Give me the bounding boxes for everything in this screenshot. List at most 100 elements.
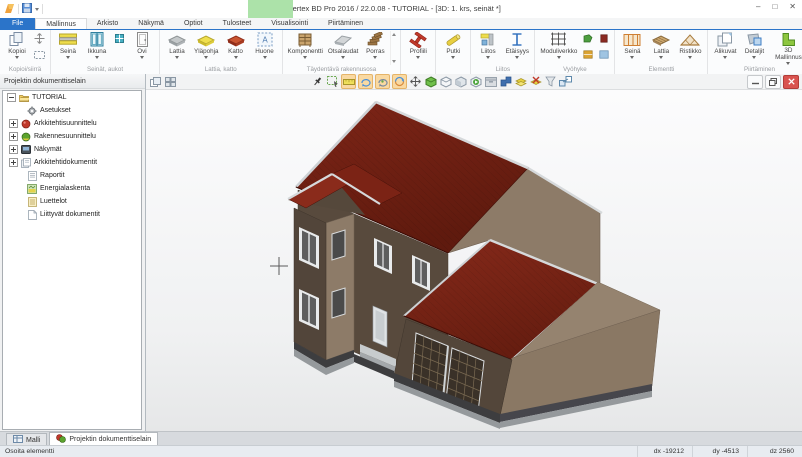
- tab-visualisointi[interactable]: Visualisointi: [261, 18, 318, 29]
- ribbon: Kopioi Kopioi/siirrä Seinä: [0, 29, 802, 77]
- qat-dropdown-icon[interactable]: [35, 8, 39, 11]
- minimize-button[interactable]: –: [756, 2, 760, 12]
- expand-icon[interactable]: [9, 158, 18, 167]
- ceiling-slab-icon: [196, 31, 216, 48]
- ribbon-group-elementti: Seinä Lattia Ristikko Elementti: [615, 30, 708, 75]
- expand-icon[interactable]: [9, 119, 18, 128]
- zone-yellow-icon[interactable]: [581, 48, 594, 61]
- tab-file[interactable]: File: [0, 18, 35, 29]
- expand-icon[interactable]: [9, 145, 18, 154]
- tree-item-asetukset[interactable]: Asetukset: [3, 104, 141, 117]
- lattia-button[interactable]: Lattia: [163, 31, 191, 59]
- open-folder-icon: [19, 93, 29, 103]
- tab-optiot[interactable]: Optiot: [174, 18, 213, 29]
- zone-red-icon[interactable]: [597, 32, 610, 45]
- tree-item-nakymat[interactable]: Näkymät: [3, 143, 141, 156]
- putki-button[interactable]: Putki: [439, 31, 467, 59]
- tile-windows-icon[interactable]: [164, 75, 177, 88]
- kopioi-button[interactable]: Kopioi: [3, 31, 31, 59]
- 3d-mallinnus-button[interactable]: 3D Mallinnus: [769, 31, 802, 65]
- solid-cube-icon[interactable]: [454, 75, 467, 88]
- zone-green-icon[interactable]: [581, 32, 594, 45]
- link-view-icon[interactable]: [559, 75, 572, 88]
- collapse-icon[interactable]: [7, 93, 16, 102]
- maximize-button[interactable]: □: [772, 2, 777, 12]
- moduliverkko-button[interactable]: Moduliverkko: [538, 31, 579, 59]
- tree-item-arkkitehtidokumentit[interactable]: Arkkitehtidokumentit: [3, 156, 141, 169]
- tree-item-energialaskenta[interactable]: Energialaskenta: [3, 182, 141, 195]
- measure-icon[interactable]: [341, 74, 356, 89]
- ristikko-button[interactable]: Ristikko: [676, 31, 704, 59]
- alikuvat-button[interactable]: Alikuvat: [711, 31, 739, 59]
- pin-icon[interactable]: [311, 75, 324, 88]
- shaded-view-icon[interactable]: [424, 75, 437, 88]
- komponentti-button[interactable]: Komponentti: [286, 31, 325, 59]
- ikkuna-button[interactable]: Ikkuna: [83, 31, 111, 59]
- tab-arkisto[interactable]: Arkisto: [87, 18, 128, 29]
- pipe-icon: [444, 31, 462, 48]
- rotate-y-icon[interactable]: [375, 74, 390, 89]
- expand-icon[interactable]: [9, 132, 18, 141]
- select-icon[interactable]: [326, 75, 339, 88]
- archive-icon[interactable]: [484, 75, 497, 88]
- elementti-lattia-button[interactable]: Lattia: [647, 31, 675, 59]
- tree-item-tutorial[interactable]: TUTORIAL: [3, 91, 141, 104]
- mdi-restore-button[interactable]: [765, 75, 781, 89]
- window-grid-icon[interactable]: [113, 32, 126, 45]
- layers-icon[interactable]: [514, 75, 527, 88]
- etaisyys-button[interactable]: Etäisyys: [503, 31, 531, 59]
- section-icon[interactable]: [499, 75, 512, 88]
- truss-icon: [680, 31, 700, 48]
- scroll-up-icon[interactable]: [392, 33, 396, 36]
- filter-icon[interactable]: [544, 75, 557, 88]
- otsalaudat-button[interactable]: Otsalaudat: [326, 31, 360, 59]
- ribbon-tab-row: File Mallinnus Arkisto Näkymä Optiot Tul…: [0, 18, 802, 29]
- subdrawings-icon: [717, 31, 733, 48]
- porras-button[interactable]: Porras: [361, 31, 389, 59]
- mdi-minimize-button[interactable]: [747, 75, 763, 89]
- tab-tulosteet[interactable]: Tulosteet: [213, 18, 262, 29]
- mdi-close-button[interactable]: [783, 75, 799, 89]
- tab-projektin-dokumenttiselain[interactable]: Projektin dokumenttiselain: [49, 432, 158, 446]
- gallery-scroll[interactable]: [390, 31, 397, 65]
- tree-item-raportit[interactable]: Raportit: [3, 169, 141, 182]
- tree-item-arkkitehtisuunnittelu[interactable]: Arkkitehtisuunnittelu: [3, 117, 141, 130]
- stairs-icon: [366, 31, 384, 48]
- tree-item-rakennesuunnittelu[interactable]: Rakennesuunnittelu: [3, 130, 141, 143]
- layer-off-icon[interactable]: [529, 75, 542, 88]
- seina-button[interactable]: Seinä: [54, 31, 82, 59]
- component-icon: [296, 31, 314, 48]
- profiili-button[interactable]: Profiili: [404, 31, 432, 59]
- detaljit-button[interactable]: Detaljit: [740, 31, 768, 59]
- liitos-button[interactable]: Liitos: [474, 31, 502, 59]
- vertex-logo-icon[interactable]: [4, 3, 15, 16]
- save-icon[interactable]: [22, 3, 32, 15]
- 3d-canvas[interactable]: [146, 90, 802, 432]
- blank-doc-icon: [27, 210, 37, 220]
- ylapohja-button[interactable]: Yläpohja: [192, 31, 221, 59]
- pan-icon[interactable]: [409, 75, 422, 88]
- tab-piirtaminen[interactable]: Piirtäminen: [318, 18, 373, 29]
- tab-nakyma[interactable]: Näkymä: [128, 18, 174, 29]
- rotate-free-icon[interactable]: [392, 74, 407, 89]
- tab-mallinnus[interactable]: Mallinnus: [35, 18, 87, 29]
- ovi-button[interactable]: Ovi: [128, 31, 156, 59]
- ribbon-group-profiili: Profiili: [401, 30, 436, 75]
- marquee-icon[interactable]: [33, 48, 46, 61]
- close-button[interactable]: ✕: [789, 2, 796, 12]
- elementti-seina-button[interactable]: Seinä: [618, 31, 646, 59]
- huone-button[interactable]: A Huone: [251, 31, 279, 59]
- wireframe-cube-icon[interactable]: [439, 75, 452, 88]
- play-cube-icon[interactable]: [469, 75, 482, 88]
- tree-item-liittyvat-dokumentit[interactable]: Liittyvät dokumentit: [3, 208, 141, 221]
- copy-icon: [9, 31, 25, 48]
- scroll-down-icon[interactable]: [392, 60, 396, 63]
- tree-item-luettelot[interactable]: Luettelot: [3, 195, 141, 208]
- katto-button[interactable]: Katto: [222, 31, 250, 59]
- ribbon-group-seinat-aukot: Seinä Ikkuna Ovi: [51, 30, 160, 75]
- svg-text:A: A: [262, 36, 268, 45]
- cascade-windows-icon[interactable]: [149, 75, 162, 88]
- zone-blue-icon[interactable]: [597, 48, 610, 61]
- move-icon[interactable]: [33, 32, 46, 45]
- rotate-x-icon[interactable]: [358, 74, 373, 89]
